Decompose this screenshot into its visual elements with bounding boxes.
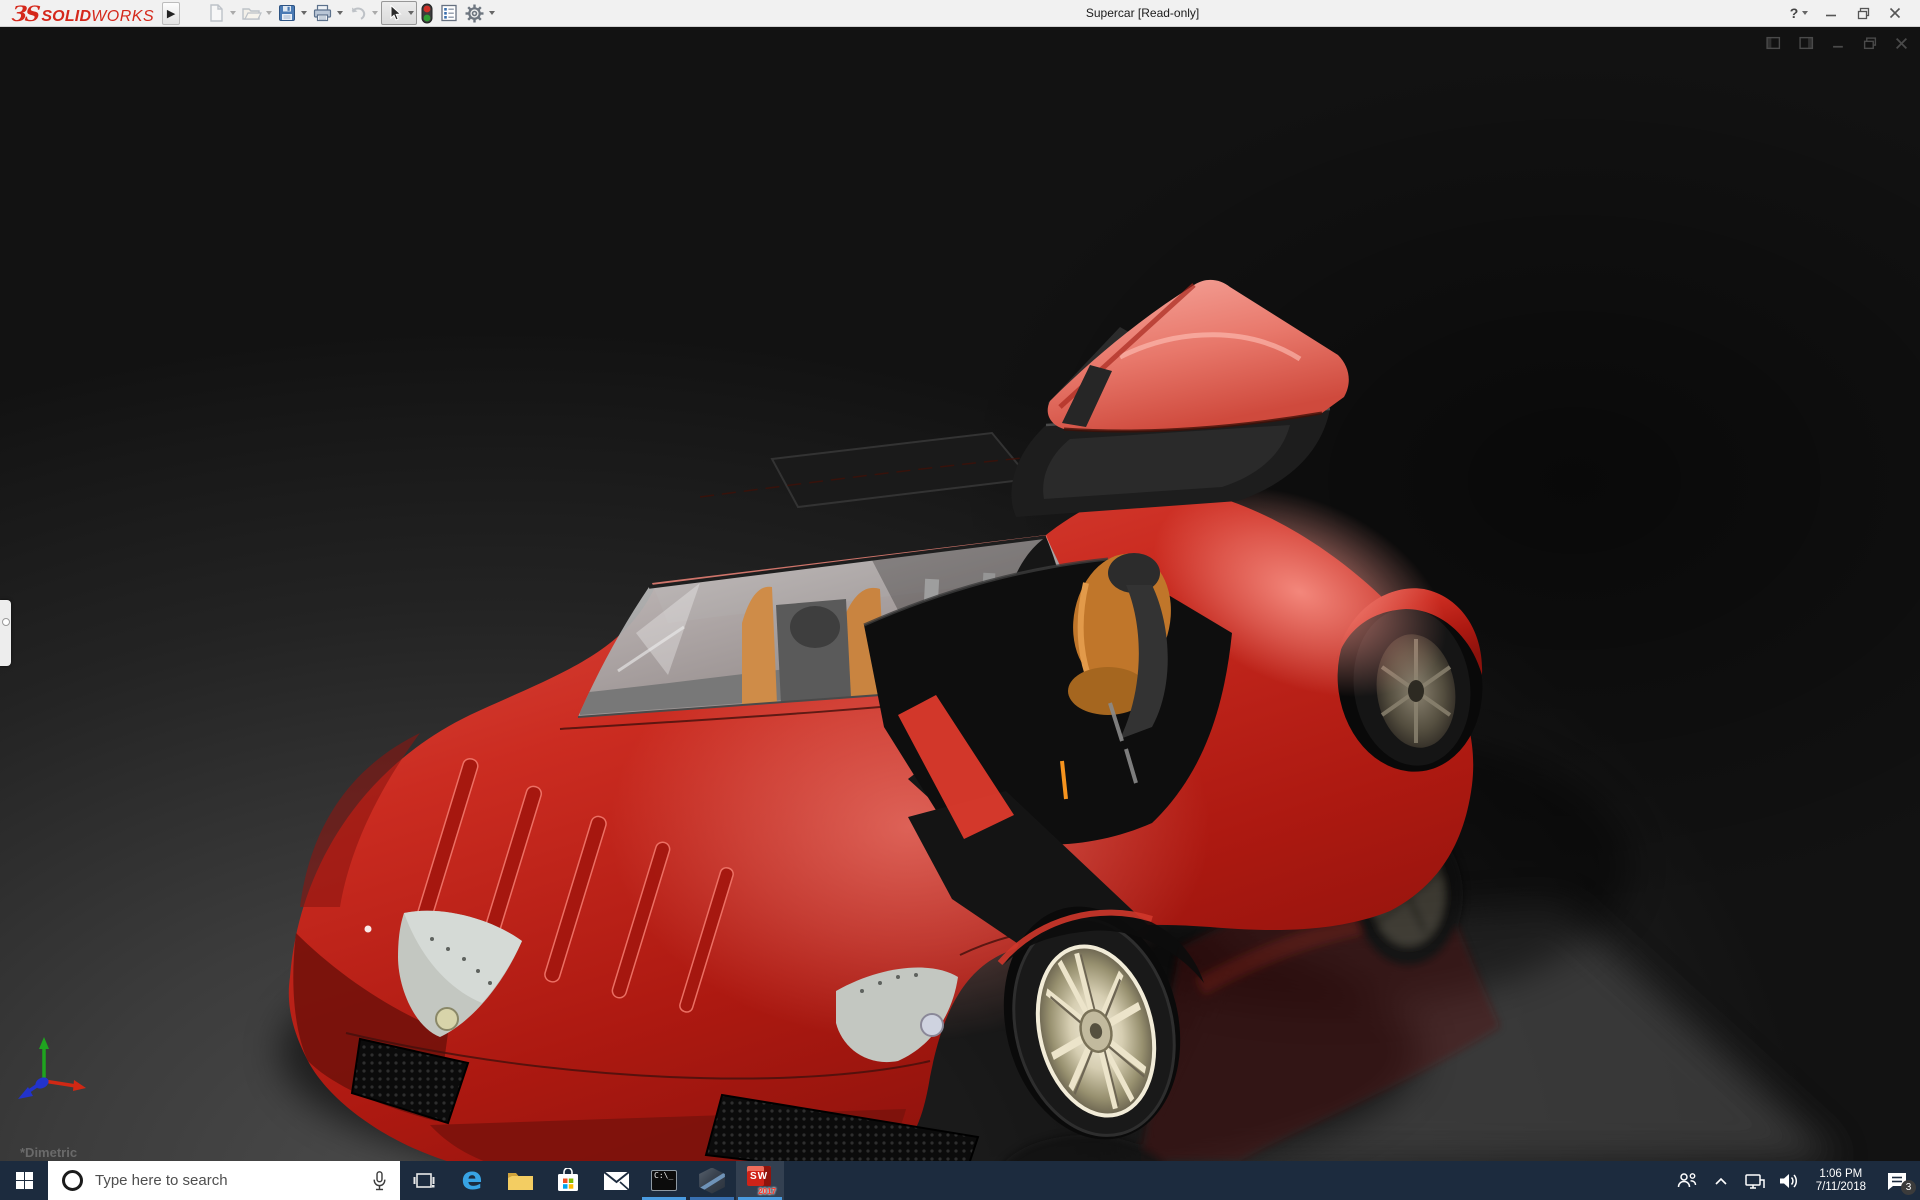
taskbar-item-edge[interactable]: e: [448, 1161, 496, 1200]
minimize-button[interactable]: [1820, 2, 1842, 24]
restore-button[interactable]: [1852, 2, 1874, 24]
undo-dropdown-arrow[interactable]: [372, 11, 379, 15]
clock-time: 1:06 PM: [1819, 1167, 1863, 1180]
new-document-button[interactable]: [204, 1, 238, 25]
save-button[interactable]: [275, 1, 309, 25]
taskbar-item-mail[interactable]: [592, 1161, 640, 1200]
roof-glass-panel: [770, 431, 1032, 509]
show-hidden-icons-button[interactable]: [1708, 1166, 1734, 1196]
store-icon: [558, 1168, 578, 1191]
task-view-icon: [413, 1172, 435, 1188]
supercar-3d-model[interactable]: [0, 27, 1920, 1161]
save-dropdown-arrow[interactable]: [301, 11, 308, 15]
taskbar-search[interactable]: [48, 1161, 400, 1200]
rebuild-button[interactable]: [418, 1, 436, 25]
select-dropdown-arrow[interactable]: [408, 11, 415, 15]
select-cursor-icon: [390, 4, 402, 21]
file-properties-icon: [441, 4, 457, 22]
restore-icon: [1857, 7, 1869, 19]
flyout-arrow-icon: ▶: [166, 7, 176, 20]
new-dropdown-arrow[interactable]: [230, 11, 237, 15]
options-button[interactable]: [462, 1, 497, 25]
window-controls: ?: [1788, 2, 1920, 24]
title-bar: ЗS SOLID WORKS ▶ Supercar [Read-only] ?: [0, 0, 1920, 27]
open-door: [1011, 279, 1349, 517]
orientation-triad: [18, 1037, 86, 1099]
mail-icon: [602, 1170, 630, 1191]
people-icon: [1677, 1172, 1696, 1187]
quick-access-toolbar: [204, 1, 497, 25]
undo-icon: [351, 7, 366, 20]
doc-close-icon[interactable]: [1895, 37, 1908, 50]
task-view-button[interactable]: [400, 1161, 448, 1200]
network-icon: [1744, 1173, 1765, 1189]
print-icon: [314, 4, 332, 22]
solidworks-2017-icon: SW 2017: [744, 1165, 776, 1196]
taskbar-item-file-explorer[interactable]: [496, 1161, 544, 1200]
options-dropdown-arrow[interactable]: [489, 11, 496, 15]
volume-icon: [1779, 1173, 1797, 1188]
taskbar-clock[interactable]: 1:06 PM 7/11/2018: [1810, 1168, 1872, 1194]
search-input[interactable]: [95, 1172, 359, 1189]
chevron-up-icon: [1715, 1177, 1727, 1185]
action-center-button[interactable]: 3: [1880, 1166, 1916, 1196]
volume-button[interactable]: [1776, 1166, 1802, 1196]
minimize-icon: [1826, 14, 1836, 17]
taskbar: e C:\_: [0, 1161, 1920, 1200]
solidworks-logo: ЗS SOLID WORKS: [10, 0, 155, 26]
select-tool-button[interactable]: [381, 1, 418, 25]
new-document-icon: [210, 4, 223, 22]
print-dropdown-arrow[interactable]: [337, 11, 344, 15]
options-gear-icon: [465, 4, 484, 22]
network-button[interactable]: [1742, 1166, 1768, 1196]
collapsed-panel-tab[interactable]: [0, 600, 11, 666]
open-dropdown-arrow[interactable]: [266, 11, 273, 15]
graphics-viewport[interactable]: *Dimetric: [0, 27, 1920, 1161]
command-prompt-icon: C:\_: [651, 1170, 677, 1191]
document-title: Supercar [Read-only]: [1085, 6, 1200, 20]
clock-date: 7/11/2018: [1815, 1180, 1866, 1193]
taskbar-item-command-prompt[interactable]: C:\_: [640, 1161, 688, 1200]
start-button[interactable]: [0, 1161, 48, 1200]
microphone-icon[interactable]: [371, 1170, 388, 1192]
hexagon-app-icon: [699, 1167, 725, 1194]
close-icon: [1889, 7, 1901, 19]
doc-minimize-icon[interactable]: [1832, 37, 1845, 50]
close-button[interactable]: [1884, 2, 1906, 24]
cortana-icon[interactable]: [62, 1170, 83, 1191]
pane-right-icon[interactable]: [1799, 36, 1814, 50]
menu-flyout-button[interactable]: ▶: [162, 1, 181, 25]
solidworks-logo-glyph: ЗS: [10, 0, 40, 26]
help-button[interactable]: ?: [1788, 2, 1810, 24]
file-properties-button[interactable]: [437, 1, 461, 25]
pane-left-icon[interactable]: [1766, 36, 1781, 50]
save-icon: [279, 5, 296, 21]
open-document-icon: [242, 8, 263, 20]
edge-icon: e: [461, 1160, 483, 1197]
doc-restore-icon[interactable]: [1863, 36, 1877, 50]
open-document-button[interactable]: [239, 1, 274, 25]
taskbar-item-hexagon-app[interactable]: [688, 1161, 736, 1200]
windows-logo-icon: [15, 1172, 33, 1189]
file-explorer-icon: [507, 1172, 533, 1190]
document-window-controls: [1766, 36, 1908, 50]
people-button[interactable]: [1674, 1166, 1700, 1196]
system-tray: 1:06 PM 7/11/2018 3: [1674, 1161, 1920, 1200]
help-dropdown-arrow[interactable]: [1802, 11, 1809, 15]
notification-badge: 3: [1901, 1179, 1916, 1195]
print-button[interactable]: [310, 1, 345, 25]
view-orientation-label: *Dimetric: [20, 1145, 78, 1160]
taskbar-item-store[interactable]: [544, 1161, 592, 1200]
taskbar-item-solidworks[interactable]: SW 2017: [736, 1161, 784, 1200]
undo-button[interactable]: [346, 1, 380, 25]
rebuild-traffic-light-icon: [421, 3, 433, 23]
